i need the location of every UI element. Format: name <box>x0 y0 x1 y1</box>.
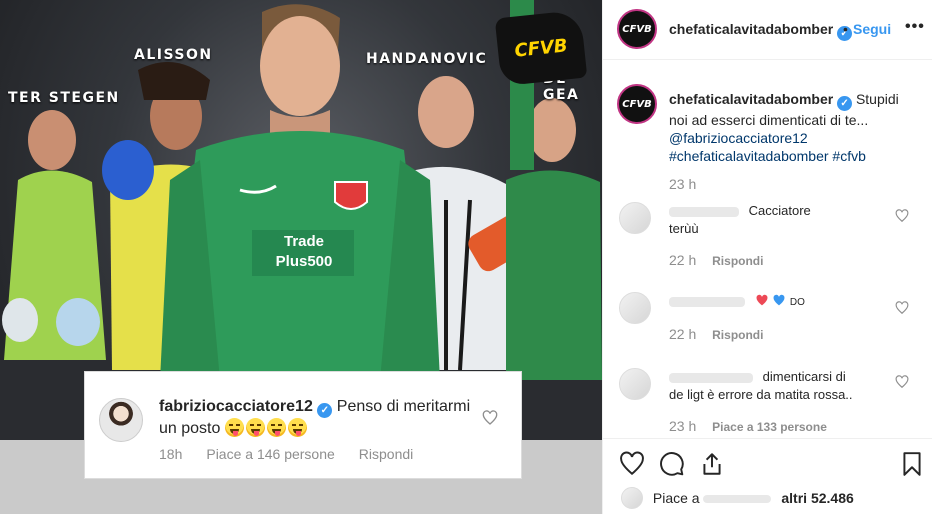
embedded-comment-likes: Piace a 146 persone <box>206 446 335 462</box>
like-comment-heart-icon[interactable] <box>895 375 909 389</box>
comment-text-b: de ligt è errore da matita rossa.. <box>669 387 853 402</box>
embedded-comment-text: fabriziocacciatore12 ✓ Penso di meritarm… <box>159 396 479 439</box>
comment-meta: 23 h Piace a 133 persone <box>669 418 827 434</box>
like-heart-icon[interactable] <box>619 451 645 477</box>
comment-text-a: Cacciatore <box>748 203 811 218</box>
comment-bubble-icon[interactable] <box>659 451 685 477</box>
follow-button[interactable]: Segui <box>853 21 891 37</box>
avatar <box>99 398 143 442</box>
verified-badge-icon: ✓ <box>837 96 853 111</box>
embedded-comment-username: fabriziocacciatore12 <box>159 398 313 415</box>
likes-prefix: Piace a <box>652 490 700 506</box>
post-action-bar: Piace a altri 52.486 <box>603 438 932 514</box>
cfvb-logo: CFVB <box>494 9 588 87</box>
commenter-avatar[interactable] <box>619 368 651 400</box>
redacted-username <box>669 296 745 307</box>
reply-button[interactable]: Rispondi <box>712 328 763 342</box>
goalkeeper-figure-ter-stegen <box>2 110 106 360</box>
comment-text: Cacciatore terùù <box>669 202 879 238</box>
likes-count-link[interactable]: altri 52.486 <box>781 490 853 506</box>
caption-text: chefaticalavitadabomber ✓ Stupidi noi ad… <box>669 90 909 165</box>
comment-likes-link[interactable]: Piace a 133 persone <box>712 420 827 434</box>
jersey-sponsor: Trade Plus500 <box>254 232 354 272</box>
comment-text-b: terùù <box>669 221 699 236</box>
like-comment-heart-icon[interactable] <box>895 301 909 315</box>
comment-text-a: dimenticarsi di <box>762 369 846 384</box>
redacted-username <box>669 372 753 383</box>
heart-outline-icon <box>482 410 498 425</box>
blue-heart-emoji-icon <box>773 294 785 306</box>
separator-dot: • <box>843 21 848 37</box>
embedded-comment-reply: Rispondi <box>358 446 414 462</box>
player-label-alisson: ALISSON <box>134 47 213 63</box>
comment-text: DO <box>669 292 879 312</box>
comment-text: dimenticarsi di de ligt è errore da mati… <box>669 368 879 404</box>
comment-text-a: DO <box>789 297 805 308</box>
reply-button[interactable]: Rispondi <box>712 254 763 268</box>
comment-time[interactable]: 22 h <box>669 252 696 268</box>
author-username: chefaticalavitadabomber <box>669 21 834 37</box>
like-comment-heart-icon[interactable] <box>895 209 909 223</box>
commenter-avatar[interactable] <box>619 202 651 234</box>
author-username-link[interactable]: chefaticalavitadabomber ✓ <box>669 21 853 41</box>
embedded-comment-time: 18h <box>159 446 183 462</box>
caption-username[interactable]: chefaticalavitadabomber <box>669 91 833 107</box>
commenter-avatar[interactable] <box>619 292 651 324</box>
mention-link[interactable]: @fabriziocacciatore12 <box>669 129 909 147</box>
comment-time[interactable]: 22 h <box>669 326 696 342</box>
redacted-username <box>703 495 772 504</box>
caption-timestamp[interactable]: 23 h <box>669 176 696 192</box>
jersey-sponsor-line-1: Trade <box>283 233 325 250</box>
post-header: CFVB chefaticalavitadabomber ✓ • Segui •… <box>603 0 932 60</box>
share-icon[interactable] <box>699 451 725 477</box>
save-bookmark-icon[interactable] <box>899 451 925 477</box>
red-heart-emoji-icon <box>756 294 768 306</box>
author-avatar-text: CFVB <box>622 23 652 35</box>
embedded-comment-card: fabriziocacciatore12 ✓ Penso di meritarm… <box>84 371 522 479</box>
post-image[interactable]: TER STEGEN ALISSON HANDANOVIC DE GEA Tra… <box>0 0 602 514</box>
caption-avatar[interactable]: CFVB <box>617 84 657 124</box>
embedded-comment-meta: 18h Piace a 146 persone Rispondi <box>159 446 437 462</box>
hashtag-links[interactable]: #chefaticalavitadabomber #cfvb <box>669 147 909 165</box>
redacted-username <box>669 206 739 217</box>
comment-time[interactable]: 23 h <box>669 418 696 434</box>
player-label-ter-stegen: TER STEGEN <box>8 90 120 106</box>
player-label-handanovic: HANDANOVIC <box>366 51 488 67</box>
likes-summary: Piace a altri 52.486 <box>621 487 854 509</box>
cfvb-logo-text: CFVB <box>513 34 569 62</box>
caption-avatar-text: CFVB <box>622 98 652 110</box>
comment-meta: 22 h Rispondi <box>669 252 763 268</box>
jersey-sponsor-line-2: Plus500 <box>275 253 333 270</box>
author-avatar[interactable]: CFVB <box>617 9 657 49</box>
post-sidebar: CFVB chefaticalavitadabomber ✓ • Segui •… <box>602 0 932 514</box>
laughing-tongue-emoji-icon <box>224 418 309 437</box>
verified-badge-icon: ✓ <box>317 403 333 418</box>
liker-avatar[interactable] <box>621 487 643 509</box>
comment-meta: 22 h Rispondi <box>669 326 763 342</box>
more-options-icon[interactable]: ••• <box>905 18 925 36</box>
